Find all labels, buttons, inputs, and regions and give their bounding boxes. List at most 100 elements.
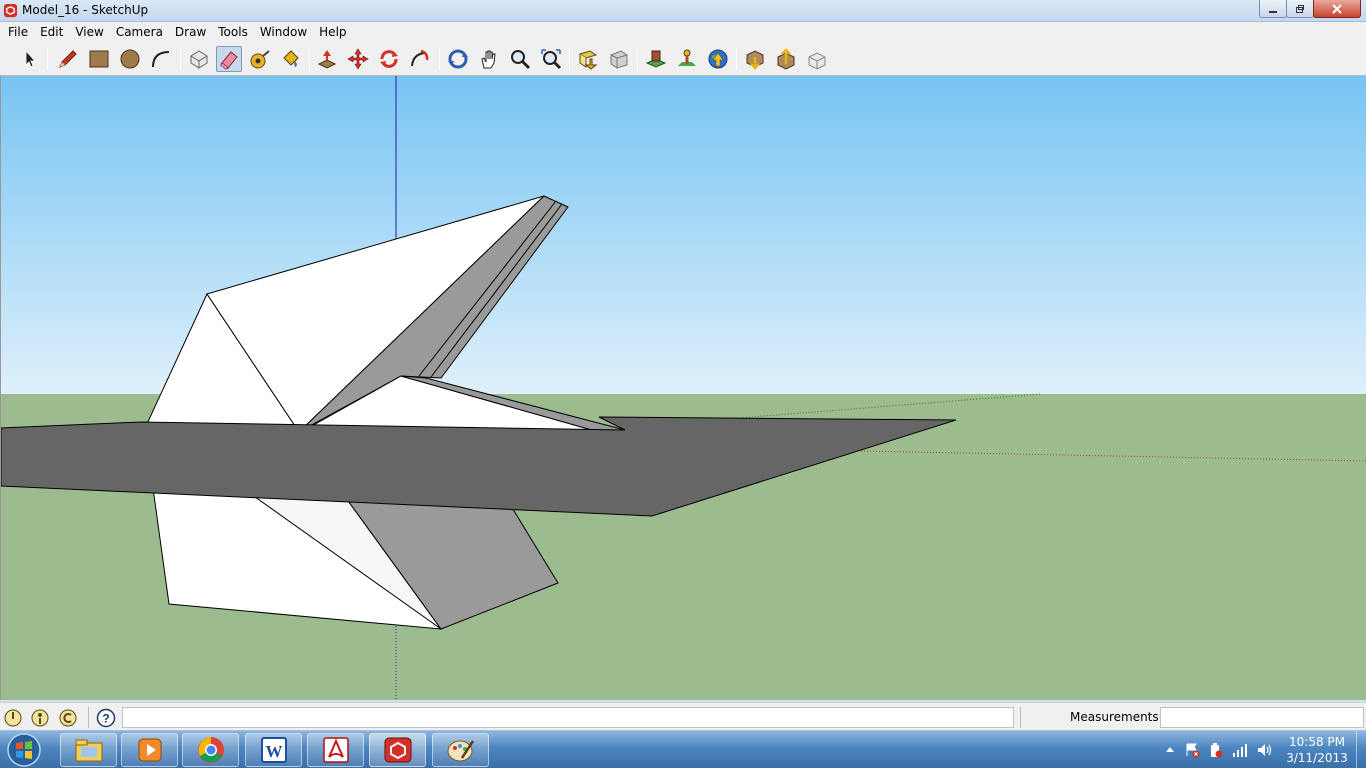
status-bar: ? Measurements [0, 702, 1366, 730]
arc-tool-icon [152, 51, 170, 68]
taskbar: W 10:58 PM 3/11/2013 [0, 730, 1366, 768]
tape-measure-button[interactable] [247, 46, 273, 72]
model-viewport[interactable] [0, 76, 1366, 700]
title-bar: Model_16 - SketchUp [0, 0, 1366, 22]
toggle-terrain-button[interactable] [674, 46, 700, 72]
geo-location-icon[interactable] [3, 708, 23, 728]
maximize-button[interactable] [1286, 0, 1314, 18]
sketchup-app-icon [3, 3, 18, 18]
share-component-icon [808, 52, 826, 70]
share-model-button[interactable] [773, 46, 799, 72]
svg-text:?: ? [102, 712, 109, 726]
zoom-extents-tool-icon [541, 49, 562, 70]
next-view-icon [610, 50, 628, 69]
menu-help[interactable]: Help [313, 22, 352, 42]
follow-me-tool-icon [411, 49, 429, 67]
rectangle-tool-icon [89, 50, 109, 68]
share-component-button[interactable] [804, 46, 830, 72]
share-model-icon [777, 48, 795, 70]
taskbar-acrobat[interactable] [307, 733, 364, 767]
taskbar-paint[interactable] [432, 733, 489, 767]
restore-icon [1296, 4, 1304, 13]
window-title: Model_16 - SketchUp [22, 3, 149, 17]
model-canvas[interactable] [1, 76, 1366, 700]
arc-tool-button[interactable] [148, 46, 174, 72]
system-tray [1160, 731, 1280, 768]
power-icon[interactable] [1207, 742, 1223, 758]
taskbar-media-player[interactable] [121, 733, 178, 767]
measurements-input[interactable] [1160, 707, 1364, 728]
pencil-line-tool-icon [59, 50, 77, 68]
show-desktop-button[interactable] [1356, 731, 1366, 768]
menu-window[interactable]: Window [254, 22, 313, 42]
zoom-tool-button[interactable] [507, 46, 533, 72]
select-tool-button[interactable] [17, 46, 43, 72]
select-tool-icon [25, 49, 36, 68]
rectangle-tool-button[interactable] [86, 46, 112, 72]
orbit-tool-icon [448, 49, 468, 69]
menu-edit[interactable]: Edit [34, 22, 69, 42]
minimize-button[interactable] [1259, 0, 1287, 18]
clock-date: 3/11/2013 [1286, 751, 1348, 765]
add-location-button[interactable] [643, 46, 669, 72]
paint-icon [447, 740, 474, 762]
word-icon: W [260, 737, 287, 763]
orbit-tool-button[interactable] [445, 46, 471, 72]
rotate-tool-button[interactable] [376, 46, 402, 72]
close-icon [1332, 3, 1342, 14]
paint-bucket-button[interactable] [278, 46, 304, 72]
menu-file[interactable]: File [2, 22, 34, 42]
move-tool-icon [347, 48, 369, 70]
add-location-icon [645, 50, 667, 68]
network-signal-icon[interactable] [1232, 742, 1248, 758]
help-icon[interactable]: ? [96, 708, 116, 728]
taskbar-file-explorer[interactable] [60, 733, 117, 767]
system-clock[interactable]: 10:58 PM 3/11/2013 [1280, 734, 1354, 766]
paint-bucket-tool-icon [283, 50, 299, 67]
push-pull-button[interactable] [314, 46, 340, 72]
get-models-button[interactable] [742, 46, 768, 72]
move-tool-button[interactable] [345, 46, 371, 72]
menu-draw[interactable]: Draw [169, 22, 212, 42]
menu-tools[interactable]: Tools [212, 22, 254, 42]
follow-me-button[interactable] [407, 46, 433, 72]
menu-camera[interactable]: Camera [110, 22, 169, 42]
push-pull-tool-icon [317, 50, 337, 69]
google-earth-button[interactable] [705, 46, 731, 72]
make-component-button[interactable] [186, 46, 212, 72]
minimize-icon [1269, 10, 1277, 13]
media-player-icon [138, 738, 161, 762]
pencil-tool-button[interactable] [55, 46, 81, 72]
acrobat-icon [322, 737, 349, 763]
pan-tool-button[interactable] [476, 46, 502, 72]
taskbar-chrome[interactable] [182, 733, 239, 767]
taskbar-sketchup[interactable] [369, 733, 426, 767]
circle-tool-button[interactable] [117, 46, 143, 72]
pan-tool-icon [481, 50, 496, 69]
clock-time: 10:58 PM [1289, 735, 1345, 749]
eraser-tool-button[interactable] [216, 46, 242, 72]
close-button[interactable] [1313, 0, 1361, 18]
show-hidden-icons-icon[interactable] [1162, 742, 1178, 758]
next-view-button[interactable] [606, 46, 632, 72]
previous-view-button[interactable] [575, 46, 601, 72]
circle-tool-icon [120, 49, 140, 69]
previous-view-icon [578, 50, 598, 70]
svg-text:W: W [265, 742, 282, 761]
license-icon[interactable] [58, 708, 78, 728]
eraser-tool-icon [220, 51, 238, 70]
volume-icon[interactable] [1256, 742, 1272, 758]
main-toolbar [0, 42, 1366, 76]
zoom-extents-button[interactable] [538, 46, 564, 72]
google-earth-icon [708, 49, 728, 69]
taskbar-word[interactable]: W [245, 733, 302, 767]
make-component-icon [190, 50, 208, 69]
tape-measure-tool-icon [250, 50, 270, 69]
chrome-icon [197, 737, 224, 763]
credits-icon[interactable] [30, 708, 50, 728]
start-button[interactable] [4, 732, 44, 768]
action-center-icon[interactable] [1184, 742, 1200, 758]
menu-view[interactable]: View [69, 22, 109, 42]
measurements-label: Measurements [1070, 710, 1159, 724]
file-explorer-icon [75, 739, 102, 762]
